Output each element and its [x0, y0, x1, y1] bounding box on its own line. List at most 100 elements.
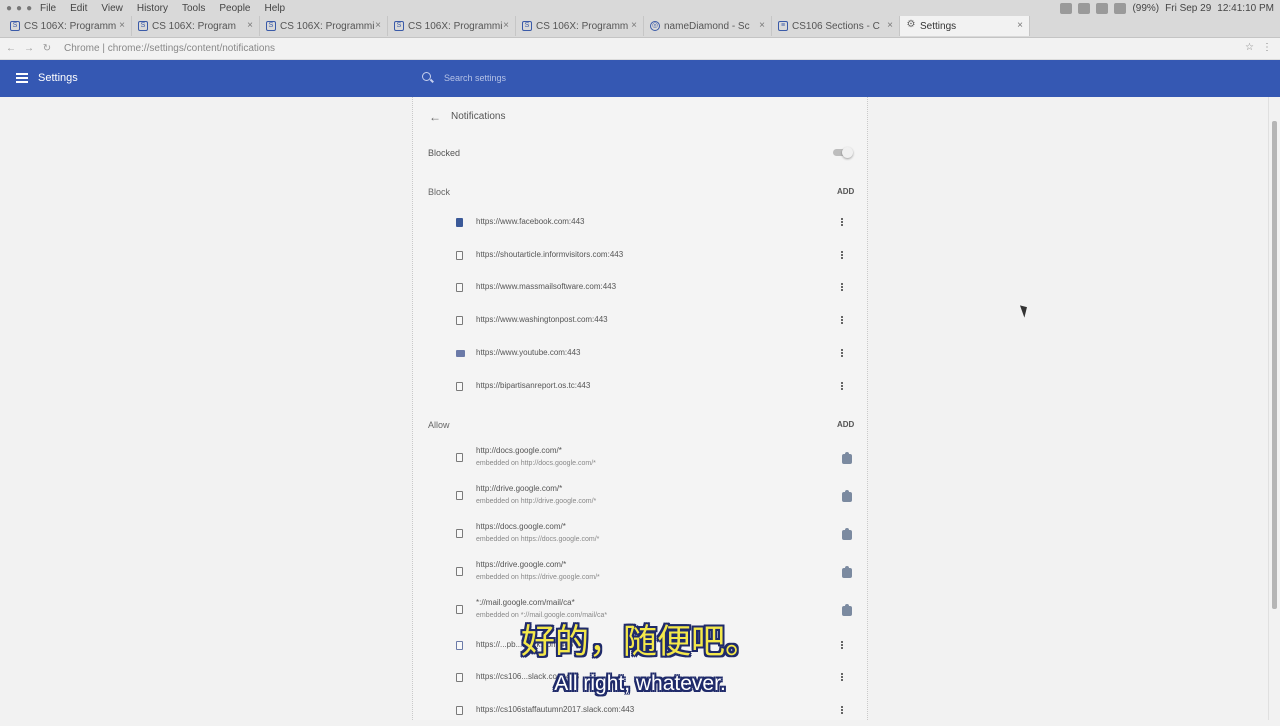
- menu-view[interactable]: View: [101, 3, 123, 14]
- mail-icon[interactable]: [1096, 2, 1109, 14]
- blocked-site-row[interactable]: https://www.youtube.com:443: [413, 340, 869, 370]
- blocked-site-row[interactable]: https://www.facebook.com:443: [413, 209, 869, 239]
- more-icon[interactable]: [841, 218, 843, 220]
- settings-title: Settings: [38, 72, 78, 84]
- site-embedded-on: embedded on https://drive.google.com/*: [476, 574, 600, 581]
- browser-tab[interactable]: S CS 106X: Programm ×: [516, 16, 644, 36]
- app-menubar: ● ● ● File Edit View History Tools People …: [0, 0, 299, 16]
- tab-label: Settings: [920, 20, 957, 32]
- site-embedded-on: embedded on https://docs.google.com/*: [476, 536, 600, 543]
- tab-label: CS 106X: Programmi: [280, 20, 375, 32]
- tab-label: CS 106X: Program: [152, 20, 236, 32]
- page-icon: [456, 382, 463, 391]
- browser-tab[interactable]: S CS 106X: Programmi ×: [388, 16, 516, 36]
- menu-edit[interactable]: Edit: [70, 3, 87, 14]
- browser-tab-active[interactable]: ⚙ Settings ×: [900, 16, 1030, 36]
- stanford-s-icon: S: [394, 21, 404, 31]
- close-tab-icon[interactable]: ×: [1017, 20, 1023, 31]
- tab-label: CS106 Sections - C: [792, 20, 880, 32]
- bookmark-star-icon[interactable]: ☆: [1245, 42, 1254, 53]
- menu-help[interactable]: Help: [264, 3, 285, 14]
- battery-percent: (99%): [1132, 2, 1160, 14]
- blocked-site-row[interactable]: https://www.washingtonpost.com:443: [413, 307, 869, 337]
- browser-tab[interactable]: S CS 106X: Programm ×: [4, 16, 132, 36]
- blocked-site-row[interactable]: https://bipartisanreport.os.tc:443: [413, 373, 869, 403]
- allowed-site-row[interactable]: http://docs.google.com/* embedded on htt…: [413, 441, 869, 477]
- page-icon: [456, 283, 463, 292]
- tab-label: CS 106X: Programm: [24, 20, 117, 32]
- reload-icon[interactable]: ↻: [40, 43, 54, 54]
- search-input[interactable]: [444, 70, 744, 86]
- site-url: http://drive.google.com/*: [476, 484, 563, 493]
- back-nav-icon[interactable]: ←: [4, 43, 18, 54]
- menu-history[interactable]: History: [137, 3, 168, 14]
- menu-file[interactable]: File: [40, 3, 56, 14]
- block-add-button[interactable]: ADD: [837, 187, 854, 196]
- page-icon: [456, 491, 463, 500]
- more-icon[interactable]: [841, 251, 843, 253]
- more-icon[interactable]: [841, 382, 843, 384]
- close-tab-icon[interactable]: ×: [119, 20, 125, 31]
- page-icon: [456, 316, 463, 325]
- blocked-site-row[interactable]: https://www.massmailsoftware.com:443: [413, 274, 869, 304]
- puzzle-icon[interactable]: [842, 566, 852, 578]
- puzzle-icon[interactable]: [842, 452, 852, 464]
- allow-heading: Allow: [428, 420, 450, 430]
- allowed-site-row[interactable]: http://drive.google.com/* embedded on ht…: [413, 479, 869, 515]
- site-url: https://www.massmailsoftware.com:443: [476, 282, 617, 291]
- chart-icon[interactable]: [1060, 2, 1073, 14]
- page-icon: [456, 529, 463, 538]
- hamburger-menu-icon[interactable]: [16, 73, 28, 83]
- allowed-site-row[interactable]: https://docs.google.com/* embedded on ht…: [413, 517, 869, 553]
- url-field[interactable]: Chrome | chrome://settings/content/notif…: [64, 43, 275, 54]
- allowed-site-row[interactable]: https://cs106staffautumn2017.slack.com:4…: [413, 696, 869, 726]
- browser-tab[interactable]: S CS 106X: Programmi ×: [260, 16, 388, 36]
- puzzle-icon[interactable]: [842, 528, 852, 540]
- browser-tab[interactable]: ≡ CS106 Sections - C ×: [772, 16, 900, 36]
- blocked-site-row[interactable]: https://shoutarticle.informvisitors.com:…: [413, 242, 869, 272]
- document-icon: ≡: [778, 21, 788, 31]
- clock-time: 12:41:10 PM: [1217, 2, 1274, 14]
- blocked-toggle[interactable]: [833, 147, 853, 158]
- browser-tab[interactable]: S CS 106X: Program ×: [132, 16, 260, 36]
- scrollbar-thumb[interactable]: [1272, 121, 1277, 609]
- close-tab-icon[interactable]: ×: [503, 20, 509, 31]
- tab-label: CS 106X: Programmi: [408, 20, 503, 32]
- site-url: http://docs.google.com/*: [476, 446, 562, 455]
- system-topbar: ● ● ● File Edit View History Tools People …: [0, 0, 1280, 38]
- tab-label: CS 106X: Programm: [536, 20, 629, 32]
- search-icon: [422, 72, 431, 81]
- forward-nav-icon[interactable]: →: [22, 43, 36, 54]
- site-url: https://shoutarticle.informvisitors.com:…: [476, 250, 624, 259]
- site-url: https://docs.google.com/*: [476, 522, 566, 531]
- window-controls[interactable]: ● ● ●: [0, 3, 40, 14]
- gear-icon: ⚙: [906, 19, 916, 30]
- close-tab-icon[interactable]: ×: [247, 20, 253, 31]
- more-icon[interactable]: [841, 316, 843, 318]
- stanford-s-icon: S: [522, 21, 532, 31]
- browser-menu-icon[interactable]: ⋮: [1262, 42, 1272, 53]
- tab-strip: S CS 106X: Programm × S CS 106X: Program × S…: [4, 16, 1030, 36]
- settings-header: Settings: [0, 60, 1280, 97]
- close-tab-icon[interactable]: ×: [887, 20, 893, 31]
- menu-people[interactable]: People: [219, 3, 250, 14]
- wifi-icon[interactable]: [1078, 2, 1091, 14]
- facebook-icon: [456, 218, 463, 227]
- allow-add-button[interactable]: ADD: [837, 420, 854, 429]
- close-tab-icon[interactable]: ×: [375, 20, 381, 31]
- battery-icon[interactable]: [1114, 2, 1127, 14]
- close-tab-icon[interactable]: ×: [759, 20, 765, 31]
- more-icon[interactable]: [841, 706, 843, 708]
- site-url: https://cs106staffautumn2017.slack.com:4…: [476, 705, 635, 714]
- browser-tab[interactable]: ◎ nameDiamond - Sc ×: [644, 16, 772, 36]
- close-tab-icon[interactable]: ×: [631, 20, 637, 31]
- more-icon[interactable]: [841, 283, 843, 285]
- puzzle-icon[interactable]: [842, 490, 852, 502]
- site-url: *://mail.google.com/mail/ca*: [476, 598, 575, 607]
- allowed-site-row[interactable]: https://drive.google.com/* embedded on h…: [413, 555, 869, 591]
- menu-tools[interactable]: Tools: [182, 3, 205, 14]
- more-icon[interactable]: [841, 349, 843, 351]
- site-url: https://bipartisanreport.os.tc:443: [476, 381, 591, 390]
- back-arrow-icon[interactable]: ←: [429, 110, 441, 124]
- tab-label: nameDiamond - Sc: [664, 20, 750, 32]
